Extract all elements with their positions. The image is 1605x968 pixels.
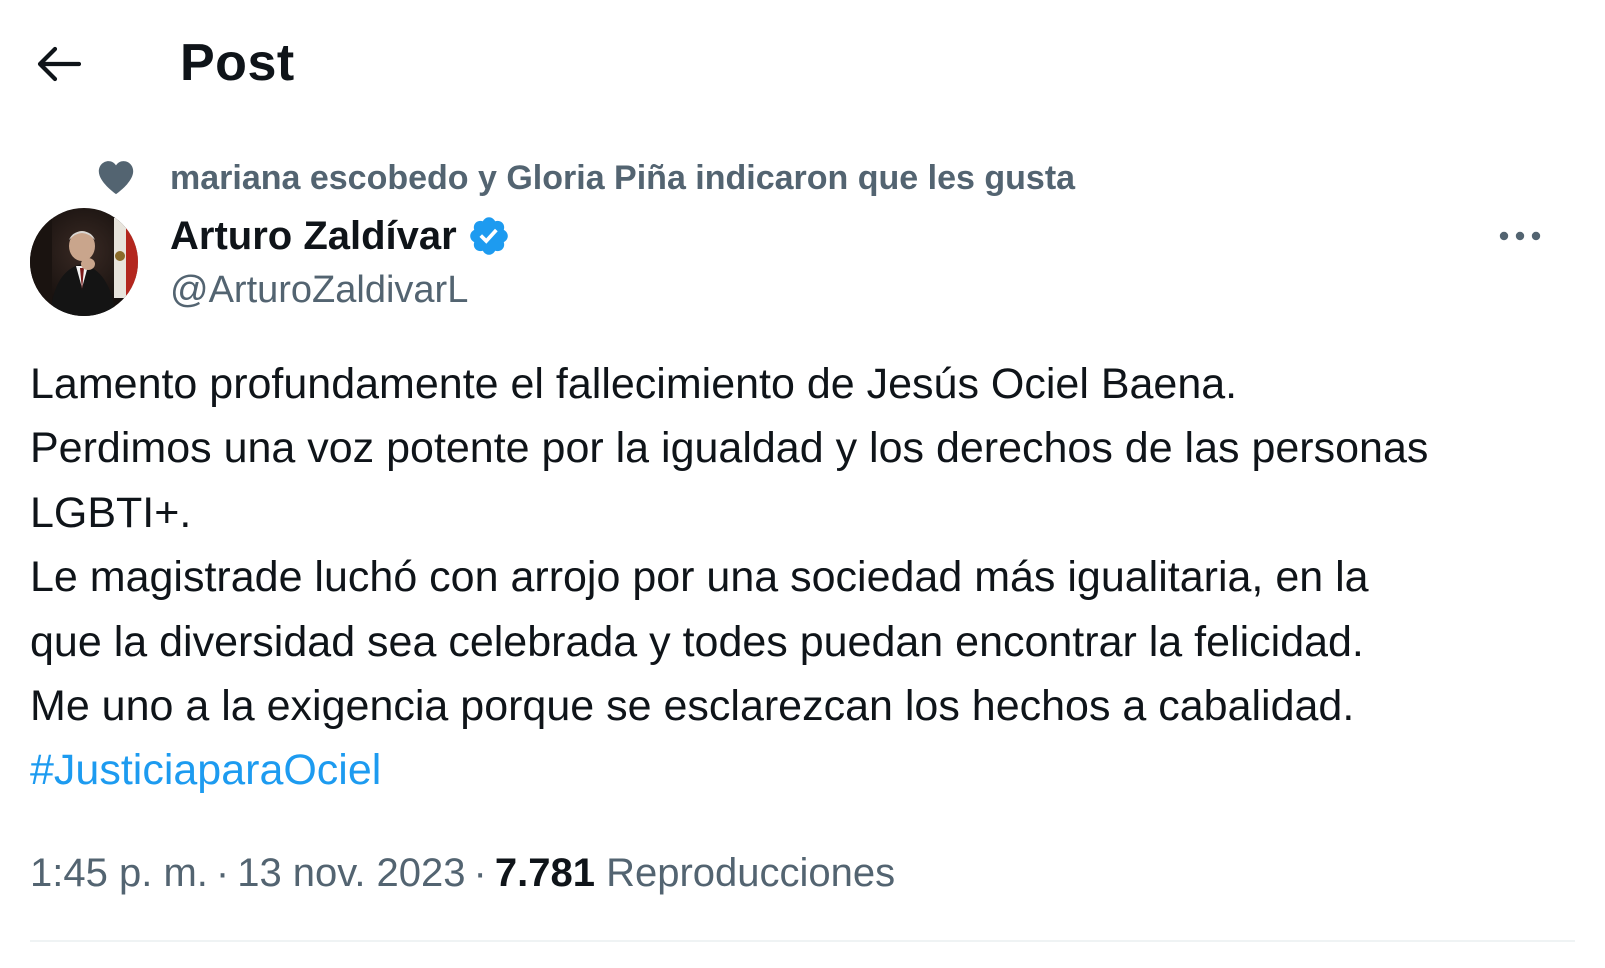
page-title: Post [180, 34, 295, 92]
back-button[interactable] [28, 34, 88, 94]
separator: · [473, 851, 487, 895]
views-label: Reproducciones [606, 851, 896, 895]
tweet-text: Lamento profundamente el fallecimiento d… [30, 352, 1575, 803]
tweet-time[interactable]: 1:45 p. m. [30, 851, 208, 895]
tweet-line: que la diversidad sea celebrada y todes … [30, 617, 1364, 666]
author-handle[interactable]: @ArturoZaldivarL [170, 266, 468, 314]
author-name-row: Arturo Zaldívar [170, 210, 511, 262]
top-bar: Post [0, 0, 1605, 128]
separator: · [215, 851, 230, 895]
tweet-meta: 1:45 p. m. · 13 nov. 2023 · 7.781 Reproducci… [30, 845, 895, 901]
avatar[interactable] [30, 208, 138, 316]
social-context-text[interactable]: mariana escobedo y Gloria Piña indicaron… [170, 158, 1075, 198]
more-options-button[interactable] [1492, 214, 1548, 258]
arrow-left-icon [37, 46, 81, 82]
social-context: mariana escobedo y Gloria Piña indicaron… [96, 152, 1075, 202]
more-horizontal-icon [1499, 231, 1541, 241]
tweet-line: Perdimos una voz potente por la igualdad… [30, 424, 1429, 473]
heart-icon [96, 157, 136, 197]
verified-badge-icon [467, 214, 511, 258]
author-name[interactable]: Arturo Zaldívar [170, 210, 457, 262]
hashtag-link[interactable]: #JusticiaparaOciel [30, 738, 1575, 802]
tweet-line: Lamento profundamente el fallecimiento d… [30, 360, 1238, 408]
divider [30, 940, 1575, 942]
tweet-date[interactable]: 13 nov. 2023 [237, 851, 465, 895]
tweet-line: LGBTI+. [30, 488, 192, 537]
views-count: 7.781 [494, 851, 595, 895]
tweet-line: Le magistrade luchó con arrojo por una s… [30, 553, 1369, 602]
tweet-line: Me uno a la exigencia porque se esclarez… [30, 682, 1355, 731]
